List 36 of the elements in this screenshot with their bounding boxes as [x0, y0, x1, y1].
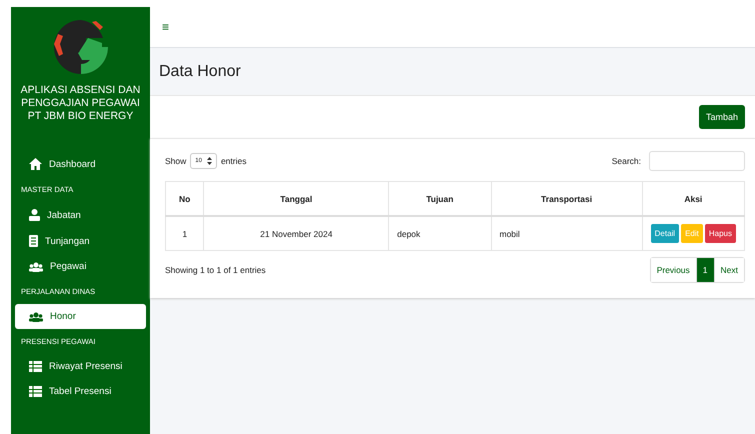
home-icon	[29, 158, 42, 170]
user-icon	[29, 209, 40, 221]
pagination-button[interactable]: Next	[714, 258, 744, 282]
table-cell: 1	[166, 216, 204, 250]
entries-label: entries	[220, 156, 246, 166]
sidebar-item[interactable]: Pegawai	[15, 254, 146, 279]
sidebar-item[interactable]: Tabel Presensi	[15, 379, 146, 404]
delete-button[interactable]: Hapus	[704, 224, 736, 243]
table-icon	[29, 386, 42, 397]
show-label: Show	[165, 156, 186, 166]
search-field[interactable]	[649, 151, 745, 171]
sort-arrows-icon	[206, 157, 212, 165]
table-icon	[29, 361, 42, 372]
menu-button[interactable]: ≡	[162, 20, 170, 34]
column-header: Transportasi	[491, 182, 642, 216]
sidebar-item[interactable]: Riwayat Presensi	[15, 354, 146, 379]
add-button[interactable]: Tambah	[698, 105, 745, 129]
users-icon	[29, 262, 43, 272]
entries-info: Showing 1 to 1 of 1 entries	[165, 265, 266, 275]
column-header: Aksi	[642, 182, 744, 216]
sidebar-item[interactable]: Honor	[15, 304, 146, 329]
sidebar-item[interactable]: Jabatan	[15, 202, 146, 228]
sidebar-item[interactable]: Dashboard	[15, 151, 146, 177]
document-icon	[29, 235, 38, 247]
column-header: Tujuan	[388, 182, 491, 216]
page-title: Data Honor	[158, 62, 242, 82]
column-header: Tanggal	[204, 182, 389, 216]
search-label: Search:	[612, 156, 641, 166]
table-cell: mobil	[491, 216, 642, 250]
pagination-button[interactable]: 1	[696, 258, 714, 282]
table-cell: depok	[388, 216, 491, 250]
table-cell: 21 November 2024	[204, 216, 389, 250]
app-title: APLIKASI ABSENSI DAN PENGGAJIAN PEGAWAI PT JBM BIO ENERGY	[20, 84, 142, 123]
sidebar-item[interactable]: Tunjangan	[15, 228, 146, 254]
column-header: No	[166, 182, 204, 216]
users-icon	[29, 312, 43, 322]
